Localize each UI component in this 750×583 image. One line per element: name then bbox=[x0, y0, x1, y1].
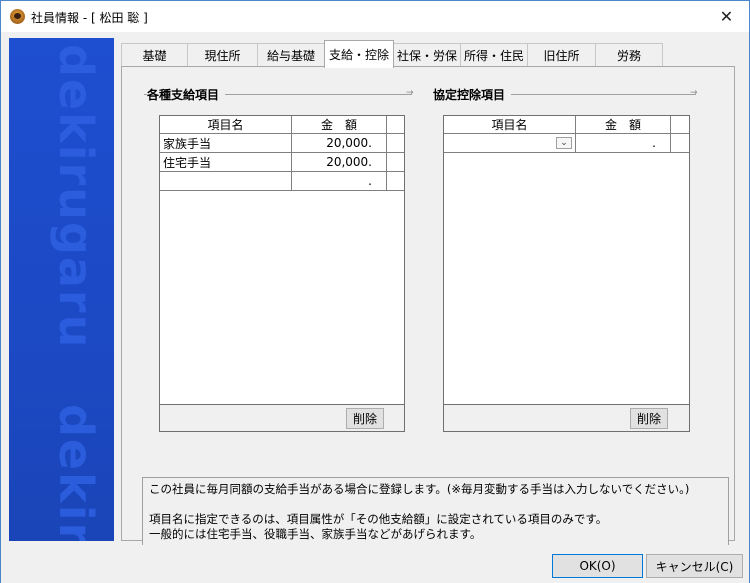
tab-social-labor-insurance[interactable]: 社保・労保 bbox=[393, 43, 461, 67]
brand-sidebar: dekirugaru dekiru bbox=[9, 38, 114, 541]
deduction-amount-cell[interactable]: . bbox=[576, 134, 671, 153]
deductions-column-amount: 金 額 bbox=[576, 116, 671, 134]
title-bar: 社員情報 - [ 松田 聡 ] ✕ bbox=[1, 1, 749, 32]
allowances-grid-footer: 削除 bbox=[160, 405, 404, 431]
payment-deduction-panel: → 各種支給項目 項目名 金 額 家族手当 20,000. 住宅手当 20,00… bbox=[121, 66, 735, 559]
chevron-down-icon[interactable]: ⌄ bbox=[556, 137, 572, 149]
tab-income-resident[interactable]: 所得・住民 bbox=[460, 43, 528, 67]
tab-labor[interactable]: 労務 bbox=[595, 43, 663, 67]
deductions-grid[interactable]: 項目名 金 額 ⌄ . 削除 bbox=[443, 115, 690, 432]
deductions-delete-button[interactable]: 削除 bbox=[630, 408, 668, 429]
employee-info-window: 社員情報 - [ 松田 聡 ] ✕ dekirugaru dekiru 基礎 現… bbox=[0, 0, 750, 583]
dialog-body: dekirugaru dekiru 基礎 現住所 給与基礎 支給・控除 社保・労… bbox=[8, 38, 744, 559]
allowances-grid[interactable]: 項目名 金 額 家族手当 20,000. 住宅手当 20,000. . 削除 bbox=[159, 115, 405, 432]
allowance-amount-cell[interactable]: 20,000. bbox=[292, 134, 387, 153]
ok-button[interactable]: OK(O) bbox=[552, 554, 643, 578]
help-note-line: 一般的には住宅手当、役職手当、家族手当などがあげられます。 bbox=[149, 527, 482, 541]
deduction-name-select[interactable]: ⌄ bbox=[444, 134, 576, 153]
window-title: 社員情報 - [ 松田 聡 ] bbox=[31, 11, 148, 25]
tab-former-address[interactable]: 旧住所 bbox=[527, 43, 596, 67]
allowance-name-cell[interactable] bbox=[160, 172, 292, 191]
tab-basic[interactable]: 基礎 bbox=[121, 43, 188, 67]
allowances-column-amount: 金 額 bbox=[292, 116, 387, 134]
allowance-name-cell[interactable]: 家族手当 bbox=[160, 134, 292, 153]
deductions-divider-arrow: → bbox=[690, 88, 698, 98]
table-row[interactable]: . bbox=[160, 172, 404, 191]
tab-salary-basic[interactable]: 給与基礎 bbox=[257, 43, 325, 67]
brand-logo-bottom: dekiru bbox=[49, 404, 103, 541]
allowances-grid-header: 項目名 金 額 bbox=[160, 116, 404, 134]
deductions-grid-header: 項目名 金 額 bbox=[444, 116, 689, 134]
table-row[interactable]: 住宅手当 20,000. bbox=[160, 153, 404, 172]
allowances-title: 各種支給項目 bbox=[147, 86, 226, 103]
deductions-title: 協定控除項目 bbox=[433, 86, 512, 103]
app-icon bbox=[10, 9, 25, 24]
allowance-name-cell[interactable]: 住宅手当 bbox=[160, 153, 292, 172]
table-row[interactable]: 家族手当 20,000. bbox=[160, 134, 404, 153]
help-note-line: この社員に毎月同額の支給手当がある場合に登録します。(※毎月変動する手当は入力し… bbox=[149, 482, 690, 496]
brand-logo-top: dekirugaru bbox=[49, 44, 103, 350]
allowances-column-name: 項目名 bbox=[160, 116, 292, 134]
deductions-grid-footer: 削除 bbox=[444, 405, 689, 431]
help-note-line: 項目名に指定できるのは、項目属性が「その他支給額」に設定されている項目のみです。 bbox=[149, 512, 608, 526]
tab-payment-deduction[interactable]: 支給・控除 bbox=[324, 40, 394, 68]
cancel-button[interactable]: キャンセル(C) bbox=[646, 554, 743, 578]
allowance-amount-cell[interactable]: 20,000. bbox=[292, 153, 387, 172]
allowances-divider-arrow: → bbox=[406, 88, 414, 98]
deductions-column-name: 項目名 bbox=[444, 116, 576, 134]
close-icon[interactable]: ✕ bbox=[704, 1, 749, 32]
table-row[interactable]: ⌄ . bbox=[444, 134, 689, 153]
dialog-button-bar: OK(O) キャンセル(C) bbox=[1, 545, 749, 583]
tab-current-address[interactable]: 現住所 bbox=[187, 43, 258, 67]
allowance-amount-cell[interactable]: . bbox=[292, 172, 387, 191]
allowances-delete-button[interactable]: 削除 bbox=[346, 408, 384, 429]
